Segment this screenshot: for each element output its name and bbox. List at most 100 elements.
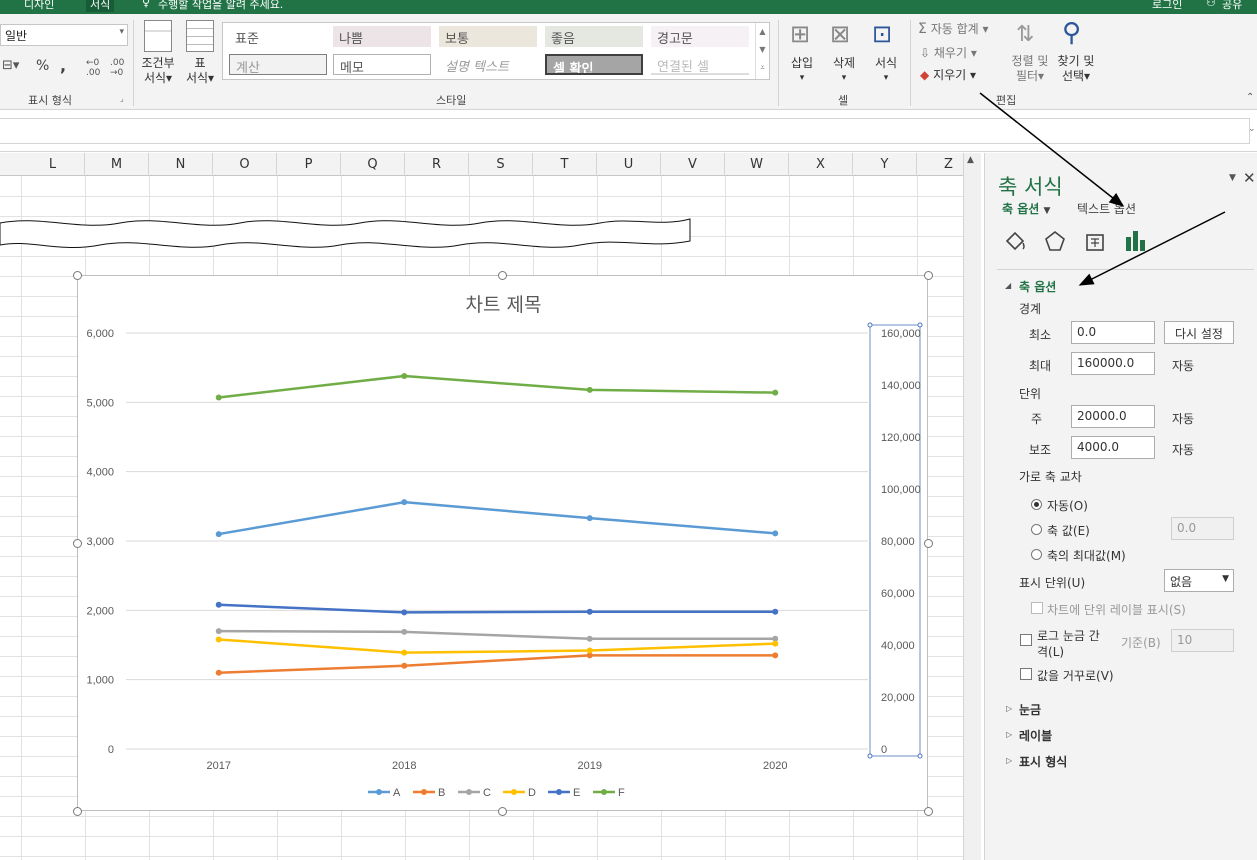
expand-formula-icon[interactable]: ⌄ (1248, 124, 1256, 134)
radio-auto[interactable] (1031, 499, 1042, 510)
scroll-up-icon[interactable]: ▲ (967, 155, 974, 165)
share-button[interactable]: 공유 (1222, 0, 1242, 12)
minor-input[interactable]: 4000.0 (1071, 436, 1155, 459)
section-axis-options[interactable]: 축 옵션 (1019, 278, 1056, 295)
formula-input[interactable] (0, 118, 1250, 144)
column-header-u[interactable]: U (597, 153, 661, 176)
sort-filter-button[interactable]: 정렬 및 필터▾ (1008, 54, 1052, 84)
resize-handle[interactable] (73, 539, 82, 548)
resize-handle[interactable] (924, 539, 933, 548)
tell-me-box[interactable]: 수행할 작업을 알려 주세요. (158, 0, 283, 12)
expand-triangle-icon[interactable]: ▷ (1006, 730, 1012, 739)
column-header-n[interactable]: N (149, 153, 213, 176)
tab-format[interactable]: 서식 (86, 0, 115, 12)
axis-options-chart-icon[interactable] (1123, 227, 1147, 253)
resize-handle[interactable] (924, 807, 933, 816)
style-good[interactable]: 좋음 (545, 26, 643, 47)
resize-handle[interactable] (73, 271, 82, 280)
vertical-scrollbar[interactable]: ▲ (963, 153, 981, 860)
column-header-p[interactable]: P (277, 153, 341, 176)
style-check-cell[interactable]: 셀 확인 (545, 54, 643, 75)
column-header-w[interactable]: W (725, 153, 789, 176)
section-tick-marks[interactable]: 눈금 (1019, 701, 1041, 718)
signin-link[interactable]: 로그인 (1152, 0, 1182, 12)
column-header-l[interactable]: L (21, 153, 85, 176)
show-units-checkbox[interactable] (1031, 602, 1043, 614)
style-calculation[interactable]: 계산 (229, 54, 327, 75)
style-warning[interactable]: 경고문 (651, 26, 749, 47)
collapse-ribbon-icon[interactable]: ⌃ (1246, 92, 1254, 103)
section-number[interactable]: 표시 형식 (1019, 753, 1067, 770)
insert-button[interactable]: 삽입 ▾ (786, 56, 818, 86)
column-header-x[interactable]: X (789, 153, 853, 176)
conditional-format-button[interactable]: 조건부 서식▾ (138, 56, 178, 86)
major-input[interactable]: 20000.0 (1071, 405, 1155, 428)
radio-auto-label[interactable]: 자동(O) (1047, 497, 1088, 514)
fill-line-icon[interactable] (1003, 229, 1027, 253)
dialog-launcher-icon[interactable]: ⌟ (120, 94, 124, 103)
autosum-button[interactable]: Σ 자동 합계 ▾ (918, 20, 989, 37)
column-header-m[interactable]: M (85, 153, 149, 176)
radio-max-value[interactable] (1031, 549, 1042, 560)
chart-plot-area[interactable]: 0 1,000 2,000 3,000 4,000 5,000 6,000 0 20,000 40… (78, 276, 929, 812)
radio-axis-value[interactable] (1031, 524, 1042, 535)
style-note[interactable]: 메모 (333, 54, 431, 75)
percent-button[interactable]: % (36, 58, 49, 74)
close-icon[interactable]: ✕ (1243, 169, 1256, 187)
tab-design[interactable]: 디자인 (24, 0, 54, 12)
style-neutral[interactable]: 보통 (439, 26, 537, 47)
section-labels[interactable]: 레이블 (1019, 727, 1052, 744)
radio-max-value-label[interactable]: 축의 최대값(M) (1047, 547, 1126, 564)
reset-button[interactable]: 다시 설정 (1164, 321, 1234, 344)
currency-icon[interactable]: ⊟▾ (2, 58, 19, 73)
delete-button[interactable]: 삭제 ▾ (828, 56, 860, 86)
reverse-values-checkbox[interactable] (1020, 668, 1032, 680)
column-header-r[interactable]: R (405, 153, 469, 176)
column-header-y[interactable]: Y (853, 153, 917, 176)
gallery-scroll[interactable]: ▲ ▼ ⩡ (755, 23, 769, 79)
style-normal[interactable]: 표준 (229, 26, 327, 47)
fill-button[interactable]: ⇩ 채우기 ▾ (920, 44, 977, 61)
effects-pentagon-icon[interactable] (1043, 229, 1067, 253)
resize-handle[interactable] (73, 807, 82, 816)
style-explanatory[interactable]: 설명 텍스트 (439, 54, 537, 75)
format-button[interactable]: 서식 ▾ (870, 56, 902, 86)
comma-button[interactable]: , (60, 56, 66, 75)
line-chart[interactable]: 차트 제목 0 1,000 2,000 3,000 4,000 5,000 6,000 0 20… (77, 275, 928, 811)
clear-button[interactable]: ◆ 지우기 ▾ (920, 66, 976, 83)
max-input[interactable]: 160000.0 (1071, 352, 1155, 375)
find-select-button[interactable]: 찾기 및 선택▾ (1054, 54, 1098, 84)
log-scale-checkbox[interactable] (1020, 634, 1032, 646)
display-units-dropdown[interactable]: 없음 ▼ (1164, 569, 1234, 592)
resize-handle[interactable] (498, 807, 507, 816)
decrease-decimal-icon[interactable]: .00 →0 (110, 58, 124, 78)
increase-decimal-icon[interactable]: ←0.00 (86, 58, 100, 78)
log-scale-label[interactable]: 로그 눈금 간 (1037, 627, 1100, 644)
expand-triangle-icon[interactable]: ▷ (1006, 704, 1012, 713)
min-input[interactable]: 0.0 (1071, 321, 1155, 344)
wave-shape[interactable] (0, 215, 700, 255)
axis-value-input[interactable]: 0.0 (1171, 517, 1234, 540)
size-properties-icon[interactable] (1083, 229, 1107, 253)
tab-text-options[interactable]: 텍스트 옵션 (1077, 200, 1136, 217)
format-as-table-button[interactable]: 표 서식▾ (180, 56, 220, 86)
log-scale-label-2[interactable]: 격(L) (1037, 643, 1064, 660)
pane-options-icon[interactable]: ▼ (1229, 173, 1236, 183)
reverse-values-label[interactable]: 값을 거꾸로(V) (1037, 667, 1114, 684)
resize-handle[interactable] (498, 271, 507, 280)
resize-handle[interactable] (924, 271, 933, 280)
column-header-z[interactable]: Z (917, 153, 965, 176)
tab-axis-options[interactable]: 축 옵션 ▼ (1002, 200, 1050, 217)
style-linked-cell[interactable]: 연결된 셀 (651, 54, 749, 75)
radio-axis-value-label[interactable]: 축 값(E) (1047, 522, 1090, 539)
collapse-triangle-icon[interactable]: ◢ (1005, 281, 1011, 290)
column-header-q[interactable]: Q (341, 153, 405, 176)
column-header-v[interactable]: V (661, 153, 725, 176)
column-header-s[interactable]: S (469, 153, 533, 176)
column-header-o[interactable]: O (213, 153, 277, 176)
expand-triangle-icon[interactable]: ▷ (1006, 756, 1012, 765)
number-format-dropdown[interactable]: 일반 ▾ (0, 24, 128, 46)
style-bad[interactable]: 나쁨 (333, 26, 431, 47)
base-input[interactable]: 10 (1171, 629, 1234, 652)
column-header-t[interactable]: T (533, 153, 597, 176)
